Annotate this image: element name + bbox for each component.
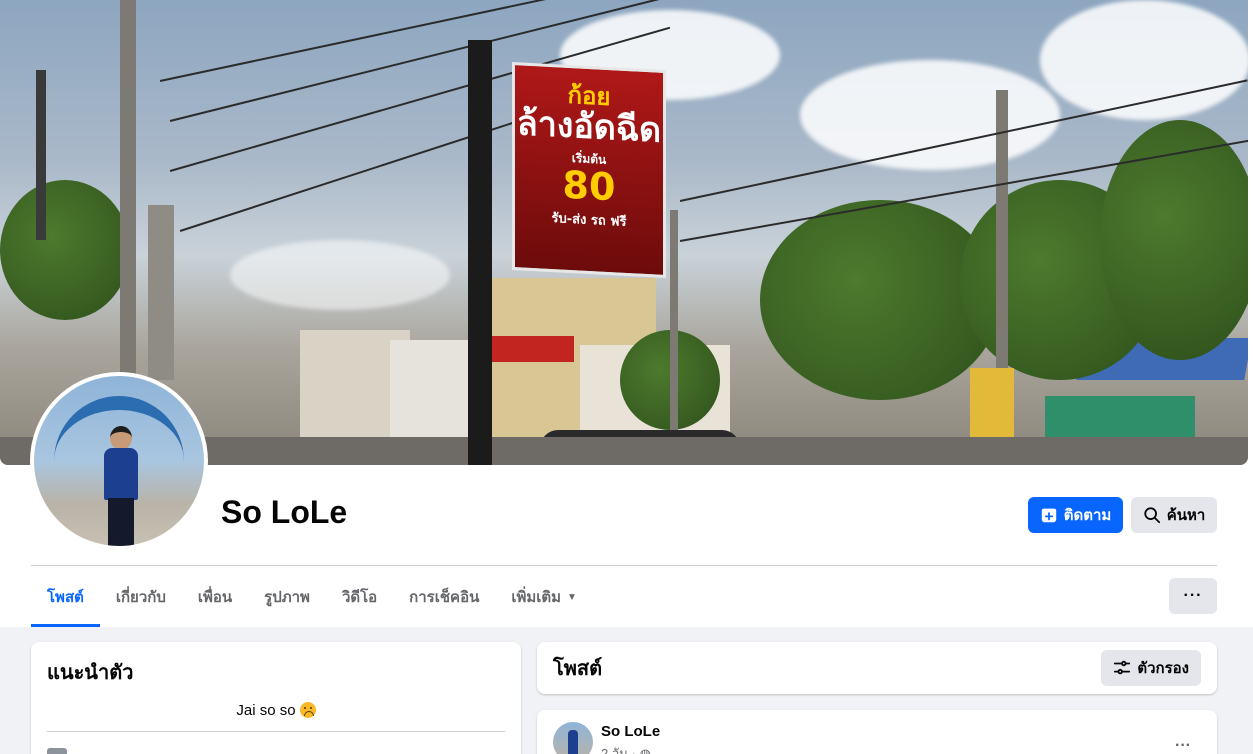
post-more-button[interactable]: ··· <box>1165 728 1201 754</box>
post-author-name[interactable]: So LoLe <box>601 723 660 740</box>
sign-text: รับ-ส่ง รถ ฟรี <box>551 210 627 230</box>
posts-title: โพสต์ <box>553 658 603 680</box>
follow-icon <box>1041 508 1056 523</box>
tree <box>1100 120 1248 360</box>
filter-label: ตัวกรอง <box>1137 660 1189 677</box>
intro-bio: Jai so so <box>236 702 296 719</box>
intro-detail-row <box>47 748 505 754</box>
utility-pole <box>148 205 174 380</box>
filter-button[interactable]: ตัวกรอง <box>1101 650 1201 686</box>
tab-label: เพิ่มเติม <box>511 589 562 606</box>
post-card: So LoLe 2 วัน · ◍ ··· <box>537 710 1217 754</box>
search-icon <box>1144 507 1160 524</box>
intro-divider <box>47 731 505 732</box>
utility-pole <box>120 0 136 380</box>
building <box>390 340 470 440</box>
tab-label: รูปภาพ <box>264 589 310 606</box>
tab-checkins[interactable]: การเช็คอิน <box>393 567 495 627</box>
frowning-face-icon <box>299 702 316 718</box>
profile-avatar[interactable] <box>30 372 208 550</box>
utility-pole <box>670 210 678 440</box>
tab-label: วิดีโอ <box>341 589 378 606</box>
header-divider <box>31 565 1217 566</box>
follow-button[interactable]: ติดตาม <box>1028 497 1123 533</box>
search-label: ค้นหา <box>1166 507 1206 524</box>
globe-icon: ◍ <box>639 746 651 754</box>
work-icon <box>47 748 67 754</box>
intro-bio-row: Jai so so <box>47 702 505 719</box>
tab-label: เกี่ยวกับ <box>115 589 166 606</box>
utility-pole <box>36 70 46 240</box>
caret-down-icon: ▼ <box>567 591 577 603</box>
tab-posts[interactable]: โพสต์ <box>31 567 100 627</box>
tab-label: เพื่อน <box>197 589 233 606</box>
post-timestamp[interactable]: 2 วัน · ◍ <box>601 743 651 754</box>
search-button[interactable]: ค้นหา <box>1131 497 1217 533</box>
tree <box>0 180 130 320</box>
cloud <box>800 60 1060 170</box>
store-sign <box>488 336 574 362</box>
cloud <box>230 240 450 310</box>
sign-text: ล้างอัดฉีด <box>516 103 662 152</box>
tab-about[interactable]: เกี่ยวกับ <box>100 567 182 627</box>
tab-videos[interactable]: วิดีโอ <box>326 567 393 627</box>
post-time-text: 2 วัน · <box>601 746 636 754</box>
tab-friends[interactable]: เพื่อน <box>182 567 248 627</box>
sign-text: 80 <box>562 162 616 210</box>
tab-label: การเช็คอิน <box>409 589 480 606</box>
more-options-button[interactable]: ··· <box>1169 578 1217 614</box>
follow-label: ติดตาม <box>1063 507 1112 524</box>
profile-name: So LoLe <box>221 494 348 530</box>
profile-tabs: โพสต์ เกี่ยวกับ เพื่อน รูปภาพ วิดีโอ การ… <box>31 567 593 627</box>
tab-label: โพสต์ <box>47 589 84 606</box>
posts-header-card: โพสต์ ตัวกรอง <box>537 642 1217 694</box>
tab-more[interactable]: เพิ่มเติม ▼ <box>495 567 593 627</box>
tab-photos[interactable]: รูปภาพ <box>248 567 326 627</box>
cover-photo[interactable]: ก้อย ล้างอัดฉีด เริ่มต้น 80 รับ-ส่ง รถ ฟ… <box>0 0 1248 465</box>
sign-post <box>468 40 492 465</box>
avatar-person <box>104 426 138 546</box>
filter-icon <box>1114 660 1131 675</box>
intro-title: แนะนำตัว <box>47 662 134 684</box>
intro-card: แนะนำตัว Jai so so <box>31 642 521 754</box>
post-author-avatar[interactable] <box>553 722 593 754</box>
roadside-sign: ก้อย ล้างอัดฉีด เริ่มต้น 80 รับ-ส่ง รถ ฟ… <box>512 61 666 279</box>
